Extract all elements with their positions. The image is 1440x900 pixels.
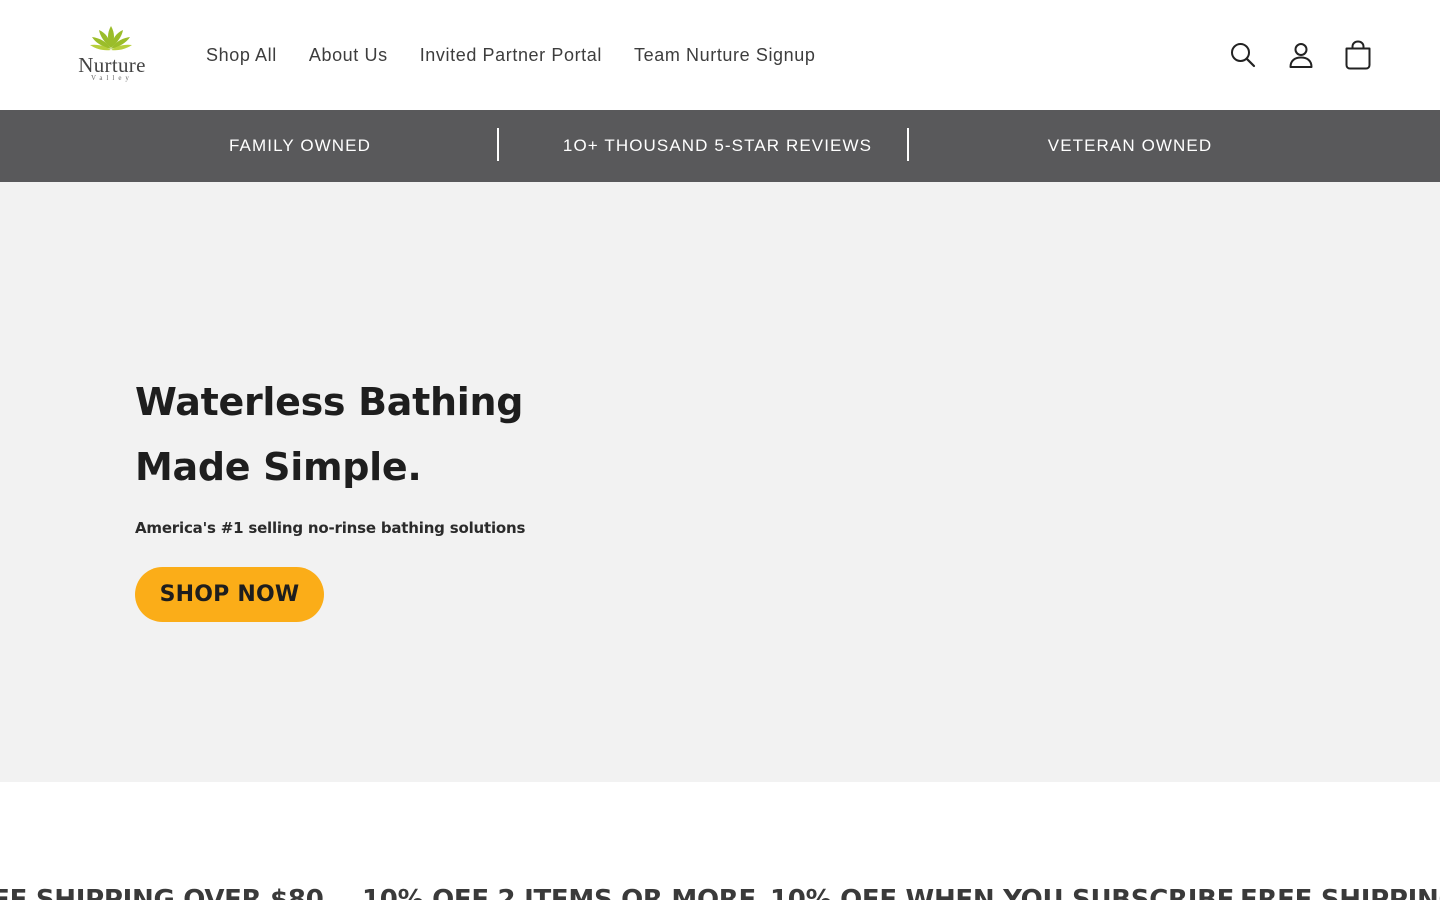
- nav-invited-partner-portal[interactable]: Invited Partner Portal: [404, 41, 618, 69]
- account-button[interactable]: [1279, 33, 1323, 77]
- trust-divider: [497, 128, 499, 161]
- trust-divider: [907, 128, 909, 161]
- hero-title-line-1: Waterless Bathing: [135, 380, 524, 424]
- cart-button[interactable]: [1336, 33, 1380, 77]
- nav-shop-all[interactable]: Shop All: [190, 41, 293, 69]
- trust-reviews: 1O+ THOUSAND 5-STAR REVIEWS: [562, 136, 873, 155]
- trust-bar: FAMILY OWNED 1O+ THOUSAND 5-STAR REVIEWS…: [0, 110, 1440, 182]
- logo-subtitle: Valley: [91, 74, 133, 82]
- hero-banner: Waterless Bathing Made Simple. America's…: [0, 182, 1440, 782]
- header-icons: [1208, 30, 1381, 80]
- promo-marquee: FREE SHIPPING OVER $80 10% OFF 2 ITEMS O…: [0, 782, 1440, 900]
- hero-title-line-2: Made Simple.: [135, 445, 422, 489]
- promo-free-shipping: FREE SHIPPING OVER $80: [0, 885, 324, 900]
- promo-two-items: 10% OFF 2 ITEMS OR MORE: [362, 885, 756, 900]
- hero-title: Waterless Bathing Made Simple.: [135, 370, 695, 500]
- trust-family-owned: FAMILY OWNED: [229, 136, 371, 155]
- hero-subtitle: America's #1 selling no-rinse bathing so…: [135, 519, 526, 537]
- promo-free-shipping-repeat: FREE SHIPPING OVER $80: [1240, 885, 1440, 900]
- leaf-logo-icon: [90, 26, 132, 51]
- nav-team-nurture-signup[interactable]: Team Nurture Signup: [618, 41, 832, 69]
- site-header: Nurture Valley Shop All About Us Invited…: [0, 0, 1440, 110]
- main-nav: Shop All About Us Invited Partner Portal…: [190, 40, 832, 70]
- nav-about-us[interactable]: About Us: [293, 41, 404, 69]
- trust-veteran-owned: VETERAN OWNED: [1047, 136, 1213, 155]
- account-icon: [1289, 43, 1312, 68]
- cart-icon: [1345, 40, 1371, 70]
- search-icon: [1231, 43, 1256, 68]
- shop-now-button[interactable]: SHOP NOW: [135, 567, 324, 622]
- promo-subscribe: 10% OFF WHEN YOU SUBSCRIBE: [770, 885, 1235, 900]
- brand-logo[interactable]: Nurture Valley: [66, 24, 156, 86]
- search-button[interactable]: [1221, 33, 1265, 77]
